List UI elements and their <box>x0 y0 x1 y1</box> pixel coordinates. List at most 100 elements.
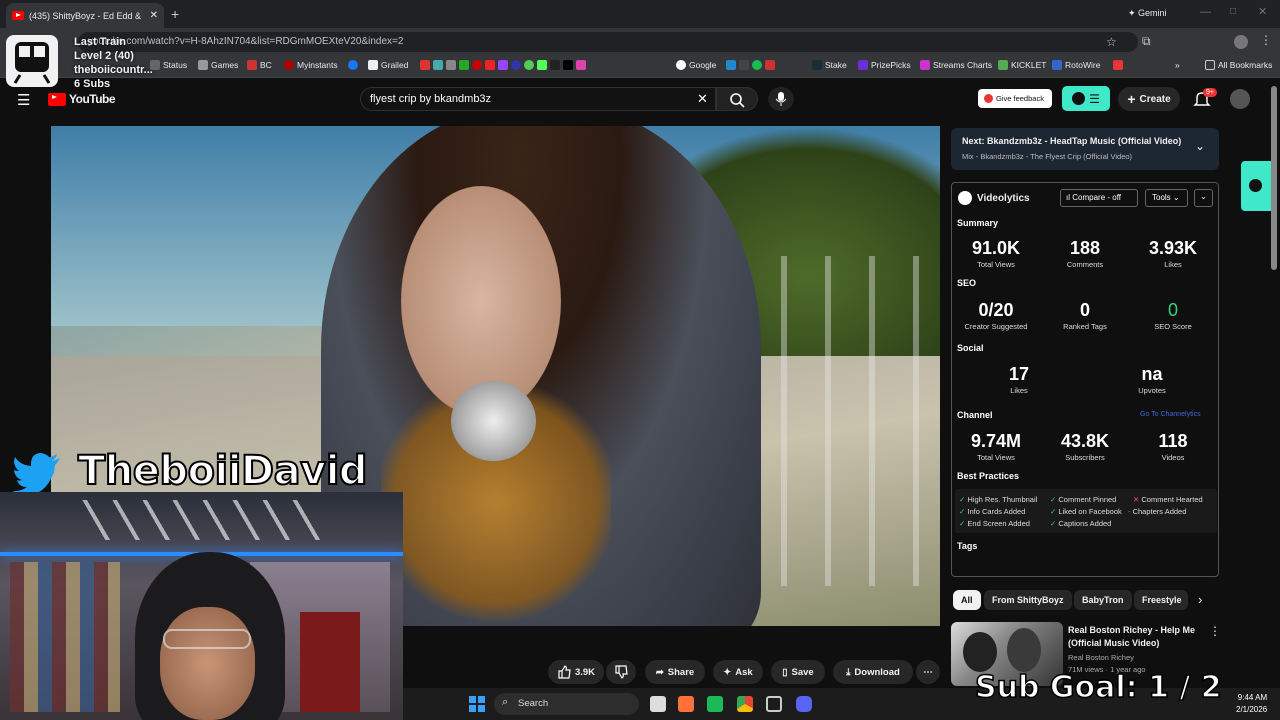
dislike-button[interactable] <box>606 660 636 684</box>
train-label: Last Train <box>74 36 126 48</box>
panel-collapse-button[interactable]: ⌄ <box>1194 189 1213 207</box>
chevron-down-icon: ⌄ <box>1200 192 1207 201</box>
maximize-icon[interactable]: □ <box>1230 6 1236 17</box>
hexagon-lights <box>80 500 320 540</box>
bookmark-status[interactable]: Status <box>150 60 187 70</box>
search-button[interactable] <box>716 87 758 111</box>
bookmark-bc[interactable]: BC <box>247 60 272 70</box>
notifications-button[interactable]: 9+ <box>1193 88 1217 113</box>
compare-toggle[interactable]: ıl Compare - off <box>1060 189 1138 207</box>
video-watch <box>451 381 536 461</box>
share-button[interactable]: ➦ Share <box>645 660 705 684</box>
notification-badge: 9+ <box>1203 88 1217 97</box>
extensions-icon[interactable]: ⧉ <box>1142 34 1151 49</box>
bookmark-streams-charts[interactable]: Streams Charts <box>920 60 992 70</box>
google-icon <box>676 60 686 70</box>
up-next-box[interactable]: Next: Bkandzmb3z - HeadTap Music (Offici… <box>951 128 1219 170</box>
close-tab-icon[interactable]: ✕ <box>150 10 158 21</box>
bookmark-kicklet[interactable]: KICKLET <box>998 60 1046 70</box>
star-icon[interactable]: ☆ <box>1106 35 1117 49</box>
page-scrollbar[interactable] <box>1271 86 1277 270</box>
videolytics-toggle-button[interactable]: ☰ <box>1062 86 1110 111</box>
bookmark-icon <box>920 60 930 70</box>
chevron-down-icon: ⌄ <box>1172 193 1180 202</box>
bookmark-icon <box>247 60 257 70</box>
settings-gear-icon[interactable] <box>766 696 782 712</box>
rec-title[interactable]: Real Boston Richey - Help Me (Official M… <box>1068 624 1204 650</box>
rec-more-icon[interactable]: ⋮ <box>1209 624 1221 638</box>
bookmark-facebook[interactable] <box>348 60 358 70</box>
best-practice-item: ✓ Captions Added <box>1050 519 1112 528</box>
plus-icon: + <box>1127 91 1136 107</box>
voice-search-button[interactable] <box>768 87 794 111</box>
windows-start-icon[interactable] <box>469 696 485 712</box>
stat-total-views: 91.0K Total Views <box>971 238 1021 269</box>
bookmark-icon <box>433 60 443 70</box>
clear-search-icon[interactable]: ✕ <box>697 91 708 107</box>
new-tab-icon[interactable]: + <box>171 6 179 22</box>
all-bookmarks[interactable]: All Bookmarks <box>1205 60 1272 70</box>
bookmark-prizepicks[interactable]: PrizePicks <box>858 60 911 70</box>
taskbar-clock[interactable]: 9:44 AM 2/1/2026 <box>1236 693 1267 714</box>
chip-babytron[interactable]: BabyTron <box>1074 590 1132 610</box>
videolytics-side-tab[interactable] <box>1241 161 1271 211</box>
shelf-collectibles <box>10 562 120 712</box>
like-button[interactable]: 3.9K <box>548 660 604 684</box>
give-feedback-button[interactable]: Give feedback <box>978 89 1052 108</box>
bookmark-icon <box>812 60 822 70</box>
rec-channel[interactable]: Real Boston Richey <box>1068 653 1134 662</box>
chrome-icon[interactable] <box>737 696 753 712</box>
spotify-icon <box>752 60 762 70</box>
ask-button[interactable]: ✦ Ask <box>713 660 763 684</box>
tab-youtube[interactable]: (435) ShittyBoyz - Ed Edd & ✕ <box>6 3 164 28</box>
next-video-mix: Mix - Bkandzmb3z - The Flyest Crip (Offi… <box>962 152 1133 161</box>
create-button[interactable]: + Create <box>1118 87 1180 111</box>
window-close-icon[interactable]: ✕ <box>1258 5 1267 18</box>
url-field[interactable]: youtube.com/watch?v=H-8AhzIN704&list=RDG… <box>78 32 1138 52</box>
folder-icon <box>1205 60 1215 70</box>
firefox-icon[interactable] <box>678 696 694 712</box>
bookmark-red[interactable] <box>1113 60 1123 70</box>
more-actions-button[interactable]: ⋯ <box>916 660 940 684</box>
search-input[interactable]: flyest crip by bkandmb3z <box>360 87 716 111</box>
chip-all[interactable]: All <box>953 590 981 610</box>
discord-icon[interactable] <box>796 696 812 712</box>
thumbs-up-icon <box>558 665 571 679</box>
bookmarks-overflow-icon[interactable]: » <box>1175 60 1180 70</box>
sub-goal-overlay: Sub Goal: 1 / 2 <box>974 669 1222 706</box>
chevron-down-icon[interactable]: ⌄ <box>1195 139 1205 153</box>
hamburger-menu-icon[interactable]: ☰ <box>17 91 30 109</box>
bookmark-grailed[interactable]: Grailed <box>368 60 408 70</box>
save-button[interactable]: ▯ Save <box>771 660 825 684</box>
download-button[interactable]: ⤓ Download <box>833 660 913 684</box>
bookmark-more-icons[interactable] <box>726 60 775 70</box>
bookmark-games[interactable]: Games <box>198 60 238 70</box>
bookmark-google[interactable]: Google <box>676 60 716 70</box>
webcam-feed <box>0 492 403 720</box>
minimize-icon[interactable]: — <box>1200 6 1211 18</box>
menu-kebab-icon[interactable]: ⋮ <box>1260 33 1272 47</box>
chip-freestyle[interactable]: Freestyle <box>1134 590 1188 610</box>
tools-dropdown[interactable]: Tools ⌄ <box>1145 189 1188 207</box>
feedback-icon <box>984 94 993 103</box>
bookmark-icon <box>198 60 208 70</box>
bookmark-icon <box>726 60 736 70</box>
bookmark-icon <box>998 60 1008 70</box>
go-to-channelytics-link[interactable]: Go To Channelytics <box>1140 411 1201 418</box>
gemini-button[interactable]: ✦ Gemini <box>1128 8 1167 19</box>
bookmark-misc[interactable] <box>420 60 586 70</box>
best-practice-item: ✓ High Res. Thumbnail <box>959 495 1038 504</box>
tags-heading: Tags <box>957 541 978 551</box>
chip-from-shittyboyz[interactable]: From ShittyBoyz <box>984 590 1072 610</box>
profile-avatar[interactable] <box>1234 35 1248 49</box>
taskbar-search[interactable]: ⌕ Search <box>494 693 639 715</box>
bookmark-rotowire[interactable]: RotoWire <box>1052 60 1100 70</box>
account-avatar[interactable] <box>1230 89 1250 109</box>
social-heading: Social <box>957 343 984 353</box>
bookmark-stake[interactable]: Stake <box>812 60 847 70</box>
bookmark-myinstants[interactable]: Myinstants <box>284 60 338 70</box>
youtube-logo[interactable]: YouTube <box>48 92 116 106</box>
task-view-icon[interactable] <box>650 696 666 712</box>
spotify-taskbar-icon[interactable] <box>707 696 723 712</box>
chevron-right-icon[interactable]: › <box>1198 592 1202 607</box>
